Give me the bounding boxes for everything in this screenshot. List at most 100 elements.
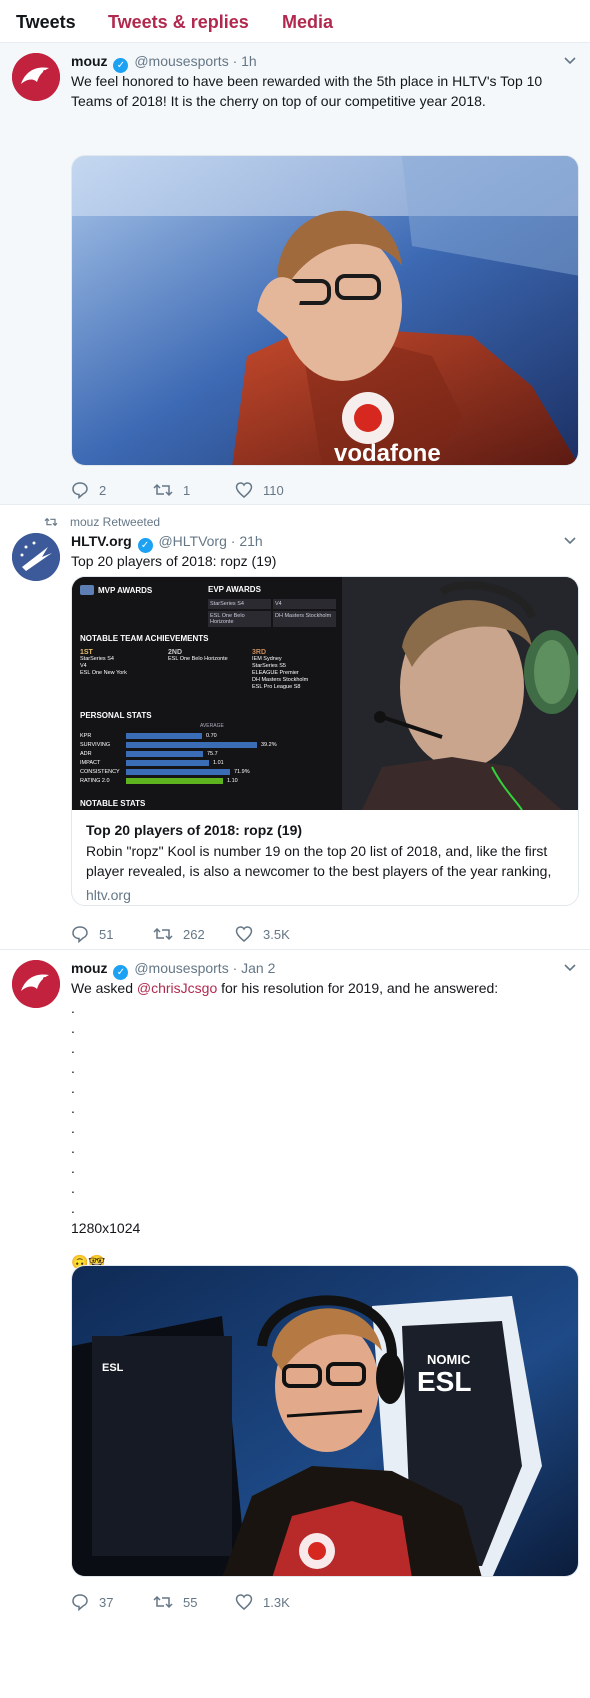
stat-bar: [126, 759, 209, 766]
dot-line: .: [71, 1140, 75, 1156]
stat-value: 0.70: [206, 732, 217, 739]
stat-bar: [126, 741, 257, 748]
tab-tweets-replies[interactable]: Tweets & replies: [108, 12, 249, 33]
avatar[interactable]: [12, 533, 60, 581]
dot-line: .: [71, 1060, 75, 1076]
event: ESL One New York: [80, 670, 127, 676]
like-button[interactable]: 1.3K: [235, 1593, 317, 1611]
chevron-down-icon[interactable]: [562, 533, 578, 549]
tweet[interactable]: mouz ✓ @mousesports · 1h We feel honored…: [0, 43, 590, 505]
event: DH Masters Stockholm: [252, 677, 309, 683]
retweet-count: 262: [183, 926, 205, 942]
stat-value: 1.01: [213, 759, 224, 766]
card-image: MVP AWARDS EVP AWARDS StarSeries S4 V4 E…: [72, 577, 578, 810]
event: IEM Sydney: [252, 656, 282, 662]
dot-line: .: [71, 1040, 75, 1056]
reply-count: 51: [99, 926, 114, 942]
dot-line: .: [71, 1100, 75, 1116]
tweet[interactable]: mouz ✓ @mousesports · Jan 2 We asked @ch…: [0, 950, 590, 1697]
tab-media[interactable]: Media: [282, 12, 333, 33]
retweet-count: 1: [183, 482, 191, 498]
timestamp[interactable]: · Jan 2: [233, 960, 276, 976]
card-domain[interactable]: hltv.org: [72, 887, 578, 903]
reply-button[interactable]: 51: [71, 925, 153, 943]
stat-row: IMPACT 1.01: [80, 758, 338, 767]
retweet-button[interactable]: 262: [153, 925, 235, 943]
hltv-logo-icon: [12, 533, 60, 581]
like-count: 1.3K: [263, 1594, 290, 1610]
mention-link[interactable]: @chrisJcsgo: [137, 980, 217, 996]
timestamp[interactable]: · 1h: [233, 53, 257, 69]
esl-chair-logo: ESL: [417, 1366, 471, 1397]
evp-item: ESL One Belo Horizonte: [208, 611, 271, 627]
place-third: 3RD: [252, 649, 267, 656]
dot-line: .: [71, 1180, 75, 1196]
reply-count: 37: [99, 1594, 114, 1610]
event: V4: [80, 663, 87, 669]
tweet-image[interactable]: vodafone: [71, 155, 579, 466]
stat-bar: [126, 750, 203, 757]
event: ESL One Belo Horizonte: [168, 656, 228, 662]
tweet-image[interactable]: ESL NOMIC ESL: [71, 1265, 579, 1577]
retweet-button[interactable]: 55: [153, 1593, 235, 1611]
stat-row: ADR 75.7: [80, 749, 338, 758]
stat-label: KPR: [80, 732, 92, 739]
card-description: Robin "ropz" Kool is number 19 on the to…: [86, 843, 552, 879]
tweet-header: HLTV.org ✓ @HLTVorg · 21h: [71, 531, 580, 553]
player-photo: vodafone: [72, 156, 578, 465]
esl-monitor-logo: ESL: [102, 1362, 124, 1374]
evp-item: V4: [273, 599, 336, 609]
stat-value: 1.10: [227, 777, 238, 784]
heart-icon: [235, 926, 253, 942]
link-card[interactable]: MVP AWARDS EVP AWARDS StarSeries S4 V4 E…: [71, 576, 579, 906]
reply-button[interactable]: 37: [71, 1593, 153, 1611]
dot-line: .: [71, 1120, 75, 1136]
tweet-header: mouz ✓ @mousesports · Jan 2: [71, 958, 580, 980]
like-button[interactable]: 110: [235, 481, 317, 499]
player-photo: ESL NOMIC ESL: [72, 1266, 578, 1576]
event: ESL Pro League S8: [252, 684, 301, 690]
dots-list: . . . . . . . . . . .: [71, 998, 580, 1218]
stat-bar: [126, 768, 230, 775]
average-label: AVERAGE: [200, 723, 224, 729]
author-handle[interactable]: @HLTVorg: [158, 533, 226, 549]
heart-icon: [235, 482, 253, 498]
dot-line: .: [71, 1020, 75, 1036]
mouz-logo-icon: [12, 53, 60, 101]
mvp-icon: [80, 585, 94, 595]
tab-tweets[interactable]: Tweets: [16, 12, 76, 33]
chevron-down-icon[interactable]: [562, 960, 578, 976]
avatar[interactable]: [12, 960, 60, 1008]
heart-icon: [235, 1594, 253, 1610]
author-name[interactable]: mouz: [71, 53, 108, 69]
resolution-text: 1280x1024: [71, 1220, 141, 1236]
retweet-label: mouz Retweeted: [44, 515, 160, 529]
retweet-count: 55: [183, 1594, 198, 1610]
player-photo: [342, 577, 578, 810]
author-name[interactable]: HLTV.org: [71, 533, 132, 549]
dot-line: .: [71, 1200, 75, 1216]
reply-button[interactable]: 2: [71, 481, 153, 499]
card-title: Top 20 players of 2018: ropz (19): [86, 822, 303, 838]
reply-count: 2: [99, 482, 107, 498]
author-handle[interactable]: @mousesports: [134, 53, 228, 69]
evp-awards-title: EVP AWARDS: [208, 585, 261, 594]
author-handle[interactable]: @mousesports: [134, 960, 228, 976]
retweeted-by[interactable]: mouz Retweeted: [70, 515, 160, 529]
tweet[interactable]: mouz Retweeted HLTV.org ✓ @HLTVorg · 21h…: [0, 505, 590, 950]
like-button[interactable]: 3.5K: [235, 925, 317, 943]
mouz-logo-icon: [12, 960, 60, 1008]
stat-label: ADR: [80, 750, 92, 757]
like-count: 3.5K: [263, 926, 290, 942]
stat-label: IMPACT: [80, 759, 101, 766]
evp-item: DH Masters Stockholm: [273, 611, 336, 627]
timestamp[interactable]: · 21h: [231, 533, 263, 549]
chevron-down-icon[interactable]: [562, 53, 578, 69]
avatar[interactable]: [12, 53, 60, 101]
stat-value: 75.7: [207, 750, 218, 757]
event: StarSeries S5: [252, 663, 286, 669]
retweet-button[interactable]: 1: [153, 481, 235, 499]
tweet-text: Top 20 players of 2018: ropz (19): [71, 553, 277, 569]
author-name[interactable]: mouz: [71, 960, 108, 976]
like-count: 110: [263, 482, 284, 498]
